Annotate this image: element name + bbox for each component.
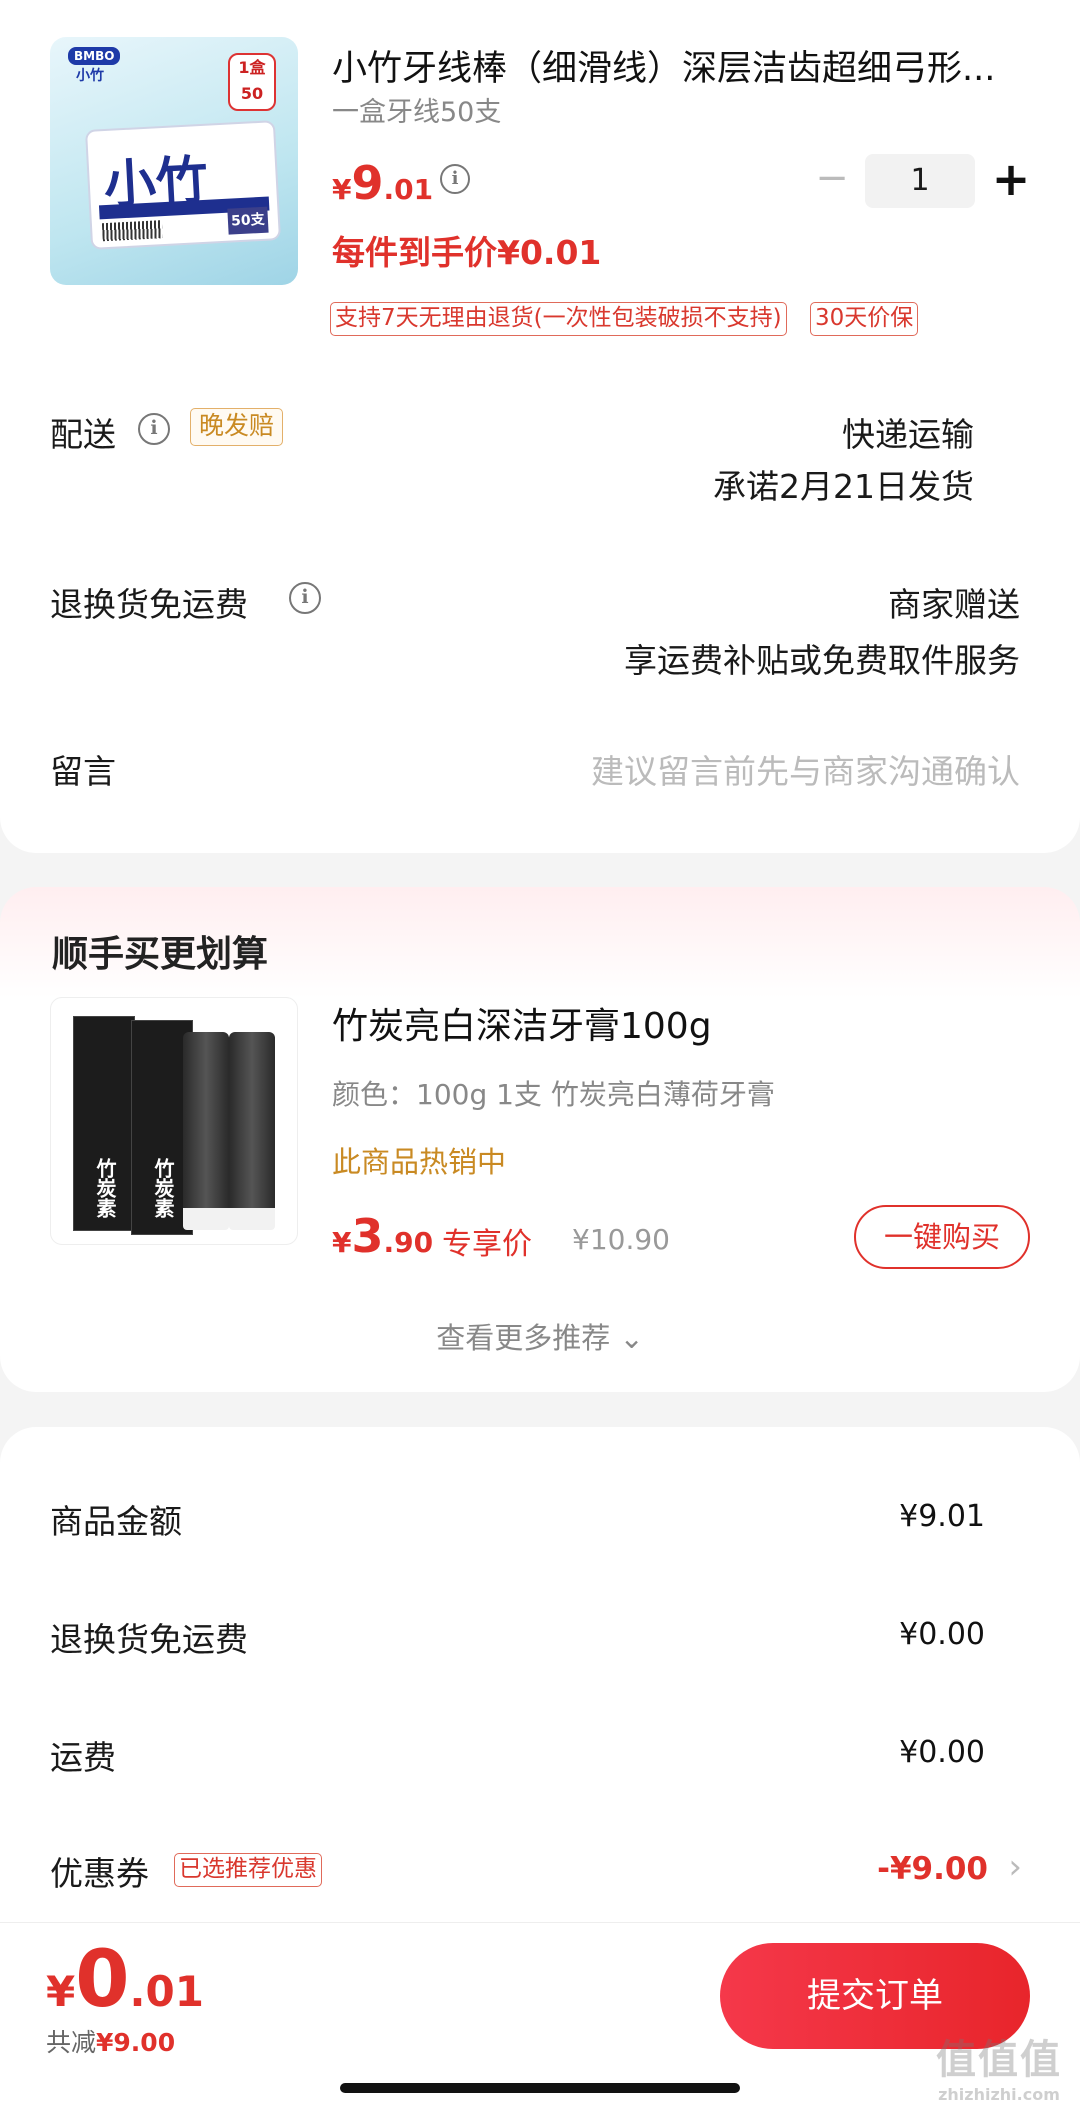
recommend-hot-label: 此商品热销中 <box>332 1145 507 1179</box>
delivery-method[interactable]: 快递运输 <box>842 408 974 456</box>
return-shipping-info-icon[interactable]: i <box>289 582 321 614</box>
total-integer: 0 <box>75 1935 130 2025</box>
product-image-brand: BMBO <box>68 47 121 65</box>
delivery-promise: 承诺2月21日发货 <box>713 467 974 506</box>
watermark-text: 值值值 <box>936 2037 1062 2083</box>
recommend-price-integer: 3 <box>351 1209 384 1263</box>
coupon-label: 优惠券 <box>50 1854 149 1893</box>
price-info-icon[interactable]: i <box>440 164 470 194</box>
barcode-icon <box>101 220 163 242</box>
product-package: 小竹 50支 <box>84 120 282 250</box>
quantity-decrease-button[interactable]: − <box>812 158 852 200</box>
each-final-price: 每件到手价¥0.01 <box>332 233 602 272</box>
message-input[interactable]: 建议留言前先与商家沟通确认 <box>591 745 1020 793</box>
coupon-value[interactable]: -¥9.00 <box>877 1851 988 1887</box>
toothpaste-cap-2 <box>229 1208 275 1230</box>
watermark-url: zhizhizhi.com <box>938 2085 1060 2104</box>
return-shipping-desc: 享运费补贴或免费取件服务 <box>624 641 1020 680</box>
goods-amount-label: 商品金额 <box>50 1502 182 1541</box>
checkout-footer: ¥0.01 共减¥9.00 提交订单 值值值 zhizhizhi.com <box>0 1922 1080 2105</box>
order-summary-card: 商品金额 ¥9.01 退换货免运费 ¥0.00 运费 ¥0.00 优惠券 已选推… <box>0 1427 1080 1927</box>
return-shipping-value: 商家赠送 <box>888 585 1020 624</box>
recommend-product-name[interactable]: 竹炭亮白深洁牙膏100g <box>332 997 712 1049</box>
recommend-card: 顺手买更划算 竹炭素 竹炭素 竹炭亮白深洁牙膏100g 颜色：100g 1支 竹… <box>0 887 1080 1392</box>
recommend-product-spec: 颜色：100g 1支 竹炭亮白薄荷牙膏 <box>332 1078 775 1111</box>
late-compensation-badge: 晚发赔 <box>190 408 284 446</box>
toothpaste-cap-1 <box>183 1208 229 1230</box>
shipping-fee-label: 运费 <box>50 1738 116 1777</box>
product-package-count: 50支 <box>227 206 269 235</box>
recommend-section-title: 顺手买更划算 <box>52 934 269 975</box>
toothpaste-label-1: 竹炭素 <box>93 1158 117 1218</box>
goods-amount-value: ¥9.01 <box>899 1499 985 1534</box>
return-shipping-label: 退换货免运费 <box>50 585 248 624</box>
total-decimal: .01 <box>129 1967 204 2016</box>
return-fee-value: ¥0.00 <box>899 1617 985 1652</box>
price-integer: 9 <box>351 156 384 210</box>
delivery-label: 配送 <box>50 415 116 454</box>
order-product-card: BMBO 小竹 1盒 50 小竹 50支 小竹牙线棒（细滑线）深层洁齿超细弓形.… <box>0 0 1080 853</box>
quantity-increase-button[interactable]: + <box>990 154 1032 206</box>
total-price: ¥0.01 <box>46 1935 204 2025</box>
product-spec[interactable]: 一盒牙线50支 <box>332 90 501 129</box>
total-currency: ¥ <box>46 1967 76 2016</box>
shipping-fee-value: ¥0.00 <box>899 1735 985 1770</box>
product-image-brand-cn: 小竹 <box>76 68 104 84</box>
one-click-buy-button[interactable]: 一键购买 <box>854 1205 1030 1269</box>
quantity-input[interactable]: 1 <box>865 154 975 208</box>
coupon-selected-badge: 已选推荐优惠 <box>174 1853 322 1887</box>
original-price: ¥10.90 <box>572 1223 670 1256</box>
product-price: ¥9.01 <box>332 156 433 210</box>
toothpaste-label-2: 竹炭素 <box>151 1158 175 1218</box>
total-reduced: 共减¥9.00 <box>46 2023 175 2059</box>
product-image[interactable]: BMBO 小竹 1盒 50 小竹 50支 <box>50 37 298 285</box>
total-reduced-value: ¥9.00 <box>96 2028 176 2057</box>
price-protect-tag: 30天价保 <box>810 302 919 336</box>
watermark-logo: 值值值 zhizhizhi.com <box>936 2027 1062 2104</box>
return-policy-tag: 支持7天无理由退货(一次性包装破损不支持) <box>330 302 787 336</box>
chevron-right-icon[interactable]: › <box>1008 1847 1022 1887</box>
total-reduced-label: 共减 <box>46 2028 97 2057</box>
product-image-count-badge: 1盒 50 <box>228 53 276 111</box>
home-indicator[interactable] <box>340 2083 740 2093</box>
product-title[interactable]: 小竹牙线棒（细滑线）深层洁齿超细弓形... <box>332 40 1032 91</box>
price-decimal: .01 <box>383 173 434 206</box>
exclusive-price-label: 专享价 <box>442 1227 532 1262</box>
return-fee-label: 退换货免运费 <box>50 1620 248 1659</box>
recommend-product-image[interactable]: 竹炭素 竹炭素 <box>50 997 298 1245</box>
delivery-info-icon[interactable]: i <box>138 413 170 445</box>
see-more-recommend-link[interactable]: 查看更多推荐 ⌄ <box>0 1315 1080 1357</box>
price-currency: ¥ <box>332 173 352 206</box>
message-label: 留言 <box>50 752 116 791</box>
toothpaste-tube-2 <box>229 1032 275 1222</box>
toothpaste-tube-1 <box>183 1032 229 1222</box>
recommend-price: ¥3.90 <box>332 1209 433 1263</box>
recommend-price-decimal: .90 <box>383 1226 434 1259</box>
recommend-price-currency: ¥ <box>332 1226 352 1259</box>
